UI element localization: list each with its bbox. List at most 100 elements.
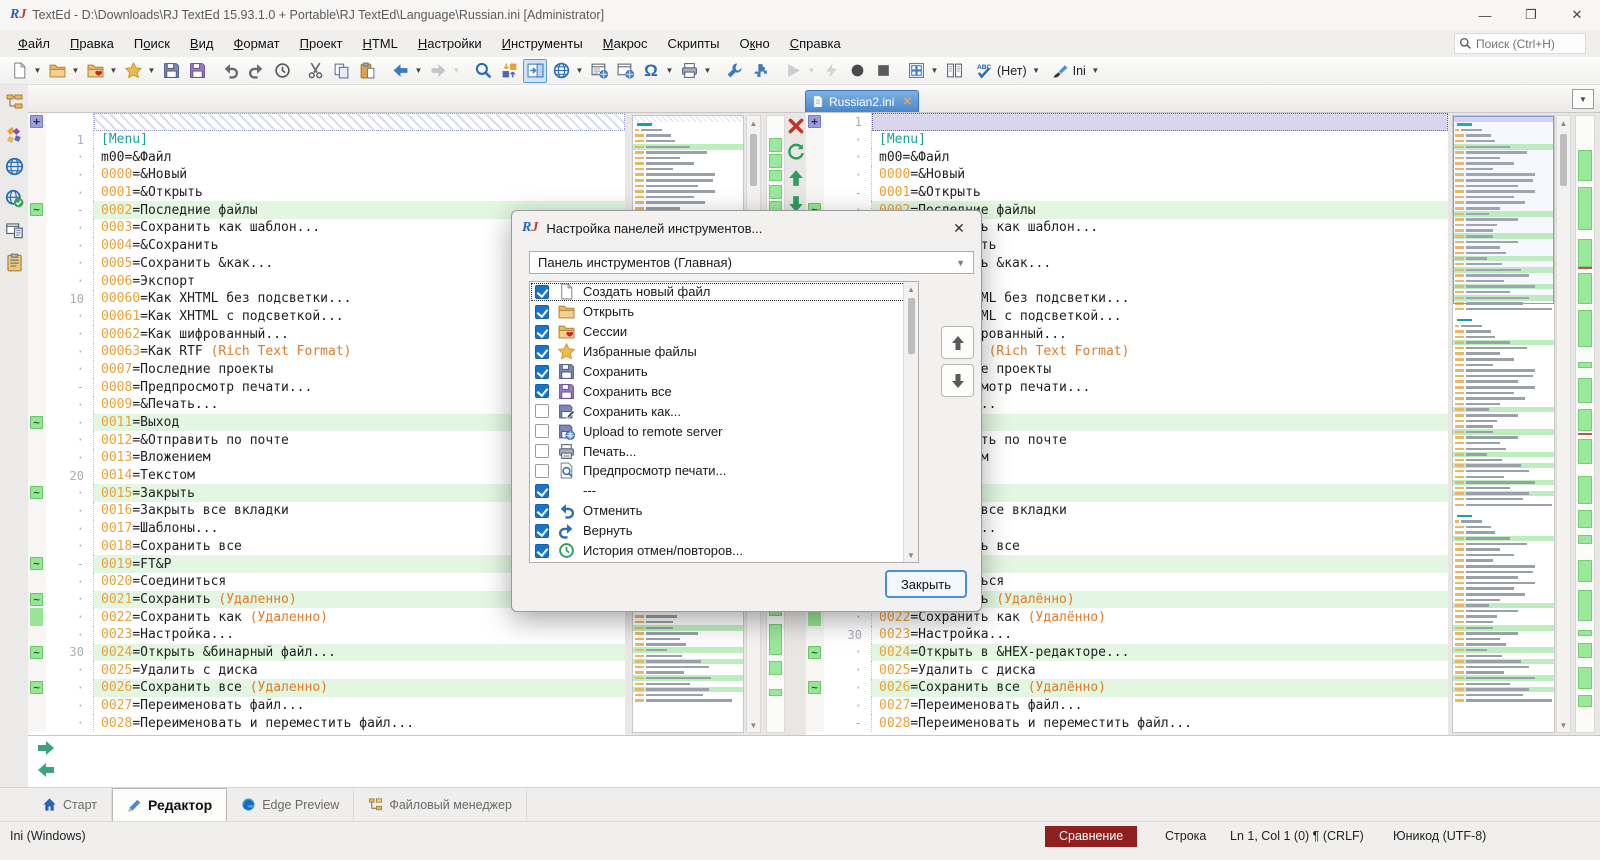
code-line[interactable]: ·0001=&Открыть xyxy=(28,184,625,202)
minimap-right[interactable] xyxy=(1452,115,1555,733)
code-line[interactable]: ·0025=Удалить с диска xyxy=(28,661,625,679)
diff-change-mark[interactable] xyxy=(1578,409,1592,431)
toolbar-item-row[interactable]: Сохранить xyxy=(530,362,918,382)
code-line[interactable]: ·[Menu] xyxy=(806,131,1448,149)
columns-button[interactable] xyxy=(942,59,966,83)
diff-change-mark[interactable] xyxy=(1578,187,1592,230)
diff-change-mark[interactable] xyxy=(1578,510,1592,528)
checkbox-checked[interactable] xyxy=(535,504,549,518)
record-button[interactable] xyxy=(845,59,869,83)
code-line[interactable]: ~·0024=Открыть в &HEX-редакторе... xyxy=(806,644,1448,662)
redo-button[interactable] xyxy=(244,59,268,83)
status-select-mode[interactable]: Строка xyxy=(1165,829,1206,843)
diff-change-mark[interactable] xyxy=(1578,667,1592,689)
checkbox-checked[interactable] xyxy=(535,365,549,379)
close-button[interactable]: ✕ xyxy=(1554,0,1600,30)
syntax-brush-button[interactable]: Ini xyxy=(1051,59,1089,83)
code-line[interactable]: ·0028=Переименовать и переместить файл..… xyxy=(28,714,625,732)
sidebar-globe-sync-icon[interactable] xyxy=(5,189,24,208)
toolbar-select-combo[interactable]: Панель инструментов (Главная) ▼ xyxy=(529,251,974,274)
move-up-button[interactable] xyxy=(941,326,974,359)
checkbox-checked[interactable] xyxy=(535,345,549,359)
diff-change-mark[interactable] xyxy=(769,624,782,655)
checkbox-checked[interactable] xyxy=(535,325,549,339)
code-line[interactable]: ·0025=Удалить с диска xyxy=(806,661,1448,679)
code-line[interactable]: ·0000=&Новый xyxy=(28,166,625,184)
toolbar-item-row[interactable]: История отмен/повторов... xyxy=(530,541,918,561)
diff-overview-right[interactable] xyxy=(1575,115,1595,733)
checkbox-checked[interactable] xyxy=(535,285,549,299)
copy-button[interactable] xyxy=(329,59,353,83)
tab-close-icon[interactable]: ✕ xyxy=(903,95,912,108)
diff-conflict-mark[interactable] xyxy=(1578,433,1592,435)
stop-button[interactable] xyxy=(871,59,895,83)
code-line[interactable]: ·0027=Переименовать файл... xyxy=(28,697,625,715)
sidebar-project-tree-icon[interactable] xyxy=(5,93,24,112)
code-line[interactable]: ·0027=Переименовать файл... xyxy=(806,697,1448,715)
toolbar-item-row[interactable]: Предпросмотр печати... xyxy=(530,461,918,481)
toolbar-item-row[interactable]: Upload to remote server xyxy=(530,421,918,441)
code-line[interactable]: -0028=Переименовать и переместить файл..… xyxy=(806,714,1448,732)
view-tab-home[interactable]: Старт xyxy=(28,788,112,821)
quick-search-input[interactable] xyxy=(1476,37,1581,51)
fold-plus-icon[interactable]: + xyxy=(808,115,821,128)
checkbox-checked[interactable] xyxy=(535,524,549,538)
toolbar-item-row[interactable]: Вернуть xyxy=(530,521,918,541)
scroll-down-icon[interactable]: ▼ xyxy=(907,548,915,562)
status-syntax[interactable]: Ini (Windows) xyxy=(10,829,86,843)
code-line[interactable]: ~·0026=Сохранить все (Удаленно) xyxy=(28,679,625,697)
next-difference-icon[interactable] xyxy=(36,739,56,757)
diff-change-mark[interactable] xyxy=(1578,535,1592,544)
code-line[interactable]: ·m00=&Файл xyxy=(806,148,1448,166)
move-down-button[interactable] xyxy=(941,364,974,397)
scroll-thumb[interactable] xyxy=(1560,134,1567,186)
sessions-folder-dropdown-caret[interactable]: ▼ xyxy=(108,59,119,83)
nav-back-dropdown-caret[interactable]: ▼ xyxy=(413,59,424,83)
scroll-down-icon[interactable]: ▼ xyxy=(750,718,758,732)
minimap-viewport[interactable] xyxy=(1453,116,1554,304)
menu-инструменты[interactable]: Инструменты xyxy=(492,32,593,55)
paste-button[interactable] xyxy=(355,59,379,83)
refresh-compare-icon[interactable] xyxy=(787,143,805,161)
diff-change-mark[interactable] xyxy=(769,689,782,696)
code-line[interactable]: ·0023=Настройка... xyxy=(28,626,625,644)
restore-button[interactable]: ❐ xyxy=(1508,0,1554,30)
favorites-star-button[interactable] xyxy=(121,59,145,83)
diff-change-mark[interactable] xyxy=(1578,239,1592,267)
menu-скрипты[interactable]: Скрипты xyxy=(658,32,730,55)
cut-button[interactable] xyxy=(303,59,327,83)
toolbar-item-row[interactable]: Сохранить все xyxy=(530,381,918,401)
sidebar-globe-icon[interactable] xyxy=(5,157,24,176)
diff-change-mark[interactable] xyxy=(769,661,782,675)
toolbar-item-row[interactable]: Сохранить как... xyxy=(530,401,918,421)
syntax-brush-dropdown-caret[interactable]: ▼ xyxy=(1090,59,1101,83)
search-button[interactable] xyxy=(471,59,495,83)
status-encoding[interactable]: Юникод (UTF-8) xyxy=(1393,829,1486,843)
diff-change-mark[interactable] xyxy=(1578,273,1592,304)
dialog-close-icon[interactable]: ✕ xyxy=(949,218,969,238)
menu-настройки[interactable]: Настройки xyxy=(408,32,492,55)
dialog-list-scrollbar[interactable]: ▲▼ xyxy=(903,282,918,562)
favorites-star-dropdown-caret[interactable]: ▼ xyxy=(146,59,157,83)
new-file-dropdown-caret[interactable]: ▼ xyxy=(32,59,43,83)
code-line[interactable]: 1[Menu] xyxy=(28,131,625,149)
scroll-down-icon[interactable]: ▼ xyxy=(1560,718,1568,732)
checkbox-unchecked[interactable] xyxy=(535,444,549,458)
menu-макрос[interactable]: Макрос xyxy=(593,32,658,55)
menu-правка[interactable]: Правка xyxy=(60,32,124,55)
diff-change-mark[interactable] xyxy=(769,154,782,168)
checkbox-unchecked[interactable] xyxy=(535,404,549,418)
open-folder-dropdown-caret[interactable]: ▼ xyxy=(70,59,81,83)
diff-change-mark[interactable] xyxy=(1578,476,1592,504)
code-line[interactable]: ~·0026=Сохранить все (Удалённо) xyxy=(806,679,1448,697)
diff-change-mark[interactable] xyxy=(1578,378,1592,403)
dialog-close-button[interactable]: Закрыть xyxy=(885,570,967,598)
view-tab-file-manager[interactable]: Файловый менеджер xyxy=(354,788,527,821)
diff-change-mark[interactable] xyxy=(1578,630,1592,636)
globe-button[interactable] xyxy=(549,59,573,83)
diff-change-mark[interactable] xyxy=(1578,560,1592,582)
checkbox-checked[interactable] xyxy=(535,484,549,498)
scroll-up-icon[interactable]: ▲ xyxy=(1560,116,1568,130)
checkbox-checked[interactable] xyxy=(535,384,549,398)
diff-change-mark[interactable] xyxy=(1578,695,1592,707)
